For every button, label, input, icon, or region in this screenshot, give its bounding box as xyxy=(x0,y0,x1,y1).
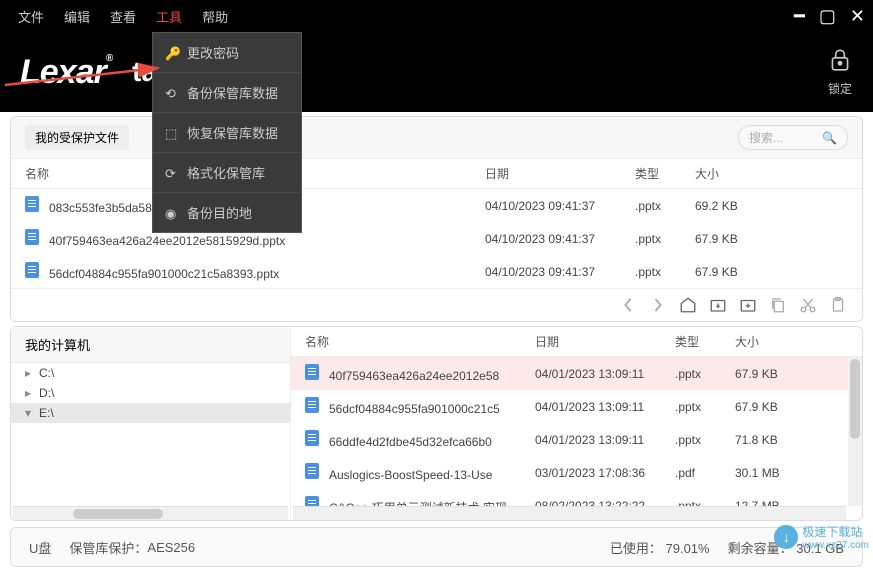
file-row[interactable]: Auslogics-BoostSpeed-13-Use03/01/2023 17… xyxy=(291,456,862,489)
menu-file[interactable]: 文件 xyxy=(8,3,54,30)
tools-dropdown: 🔑 更改密码 ⟲ 备份保管库数据 ⬚ 恢复保管库数据 ⟳ 格式化保管库 ◉ 备份… xyxy=(152,32,302,233)
drive-item[interactable]: ▸C:\ xyxy=(11,363,290,383)
dropdown-backup-destination[interactable]: ◉ 备份目的地 xyxy=(153,193,301,232)
dropdown-change-password[interactable]: 🔑 更改密码 xyxy=(153,33,301,73)
file-toolbar xyxy=(11,288,862,321)
dropdown-label: 格式化保管库 xyxy=(187,163,265,182)
dropdown-label: 备份保管库数据 xyxy=(187,83,278,102)
expand-icon: ▸ xyxy=(25,386,35,400)
file-icon xyxy=(25,262,39,278)
file-row[interactable]: 40f759463ea426a24ee2012e5815929d.pptx04/… xyxy=(11,222,862,255)
protected-files-panel: 我的受保护文件 搜索... 🔍 名称 日期 类型 大小 083c553fe3b5… xyxy=(10,116,863,322)
dropdown-restore-vault[interactable]: ⬚ 恢复保管库数据 xyxy=(153,113,301,153)
home-icon[interactable] xyxy=(678,295,698,315)
menu-view[interactable]: 查看 xyxy=(100,3,146,30)
copy-icon[interactable] xyxy=(768,295,788,315)
col-name[interactable]: 名称 xyxy=(305,333,535,350)
tree-scrollbar[interactable] xyxy=(13,506,288,520)
expand-icon: ▸ xyxy=(25,366,35,380)
col-size[interactable]: 大小 xyxy=(735,333,848,350)
status-bar: U盘 保管库保护： AES256 已使用： 79.01% 剩余容量： 30.1 … xyxy=(10,527,863,567)
maximize-icon[interactable]: ▢ xyxy=(819,6,836,27)
new-folder-icon[interactable] xyxy=(738,295,758,315)
file-list: 名称 日期 类型 大小 40f759463ea426a24ee2012e5804… xyxy=(291,327,862,520)
col-type[interactable]: 类型 xyxy=(675,333,735,350)
list-scrollbar-h[interactable] xyxy=(293,506,846,520)
drive-tree: 我的计算机 ▸C:\▸D:\▾E:\ xyxy=(11,327,291,520)
expand-icon: ▾ xyxy=(25,406,35,420)
nav-back-icon[interactable] xyxy=(618,295,638,315)
list-scrollbar-v[interactable] xyxy=(848,357,862,506)
paste-icon[interactable] xyxy=(828,295,848,315)
restore-icon: ⬚ xyxy=(165,126,179,140)
file-row[interactable]: 56dcf04884c955fa901000c21c5a8393.pptx04/… xyxy=(11,255,862,288)
column-headers: 名称 日期 类型 大小 xyxy=(291,327,862,357)
location-icon: ◉ xyxy=(165,206,179,220)
col-type[interactable]: 类型 xyxy=(635,165,695,182)
folder-down-icon[interactable] xyxy=(708,295,728,315)
window-controls: ━ ▢ ✕ xyxy=(794,6,865,27)
dropdown-label: 备份目的地 xyxy=(187,203,252,222)
file-icon xyxy=(305,463,319,479)
drive-item[interactable]: ▸D:\ xyxy=(11,383,290,403)
file-icon xyxy=(305,397,319,413)
file-icon xyxy=(305,430,319,446)
search-input[interactable]: 搜索... 🔍 xyxy=(738,125,848,150)
menu-tools[interactable]: 工具 xyxy=(146,3,192,30)
status-encryption: AES256 xyxy=(147,540,195,555)
lock-icon xyxy=(827,47,853,80)
col-date[interactable]: 日期 xyxy=(535,333,675,350)
computer-panel: 我的计算机 ▸C:\▸D:\▾E:\ 名称 日期 类型 大小 40f759463… xyxy=(10,326,863,521)
app-header: Lexar® taShield ™ 锁定 xyxy=(0,32,873,112)
lock-button[interactable]: 锁定 xyxy=(827,47,853,97)
format-icon: ⟳ xyxy=(165,166,179,180)
minimize-icon[interactable]: ━ xyxy=(794,6,805,27)
key-icon: 🔑 xyxy=(165,46,179,60)
column-headers: 名称 日期 类型 大小 xyxy=(11,159,862,189)
lock-label: 锁定 xyxy=(828,82,852,96)
col-size[interactable]: 大小 xyxy=(695,165,848,182)
dropdown-label: 更改密码 xyxy=(187,43,239,62)
dropdown-format-vault[interactable]: ⟳ 格式化保管库 xyxy=(153,153,301,193)
dropdown-backup-vault[interactable]: ⟲ 备份保管库数据 xyxy=(153,73,301,113)
menu-bar: 文件 编辑 查看 工具 帮助 ━ ▢ ✕ xyxy=(0,0,873,32)
file-icon xyxy=(25,196,39,212)
watermark-site: 极速下载站 xyxy=(802,523,869,540)
cut-icon[interactable] xyxy=(798,295,818,315)
nav-forward-icon[interactable] xyxy=(648,295,668,315)
file-icon xyxy=(305,364,319,380)
drive-item[interactable]: ▾E:\ xyxy=(11,403,290,423)
file-row[interactable]: 66ddfe4d2fdbe45d32efca66b004/01/2023 13:… xyxy=(291,423,862,456)
close-icon[interactable]: ✕ xyxy=(850,6,865,27)
search-placeholder: 搜索... xyxy=(749,129,783,146)
backup-icon: ⟲ xyxy=(165,86,179,100)
status-drive: U盘 xyxy=(29,538,51,557)
search-icon: 🔍 xyxy=(822,131,837,145)
watermark: ↓ 极速下载站 www.xz27.com xyxy=(774,523,869,551)
col-date[interactable]: 日期 xyxy=(485,165,635,182)
file-row[interactable]: 083c553fe3b5da58122b4be0ce071c7a.pptx04/… xyxy=(11,189,862,222)
file-row[interactable]: 56dcf04884c955fa901000c21c504/01/2023 13… xyxy=(291,390,862,423)
file-icon xyxy=(25,229,39,245)
watermark-url: www.xz27.com xyxy=(802,540,869,551)
menu-edit[interactable]: 编辑 xyxy=(54,3,100,30)
tree-header: 我的计算机 xyxy=(11,327,290,363)
logo: Lexar® xyxy=(20,53,112,92)
watermark-icon: ↓ xyxy=(774,525,798,549)
file-row[interactable]: 40f759463ea426a24ee2012e5804/01/2023 13:… xyxy=(291,357,862,390)
dropdown-label: 恢复保管库数据 xyxy=(187,123,278,142)
menu-help[interactable]: 帮助 xyxy=(192,3,238,30)
tab-protected-files[interactable]: 我的受保护文件 xyxy=(25,125,129,150)
status-vault-label: 保管库保护： xyxy=(69,538,147,557)
